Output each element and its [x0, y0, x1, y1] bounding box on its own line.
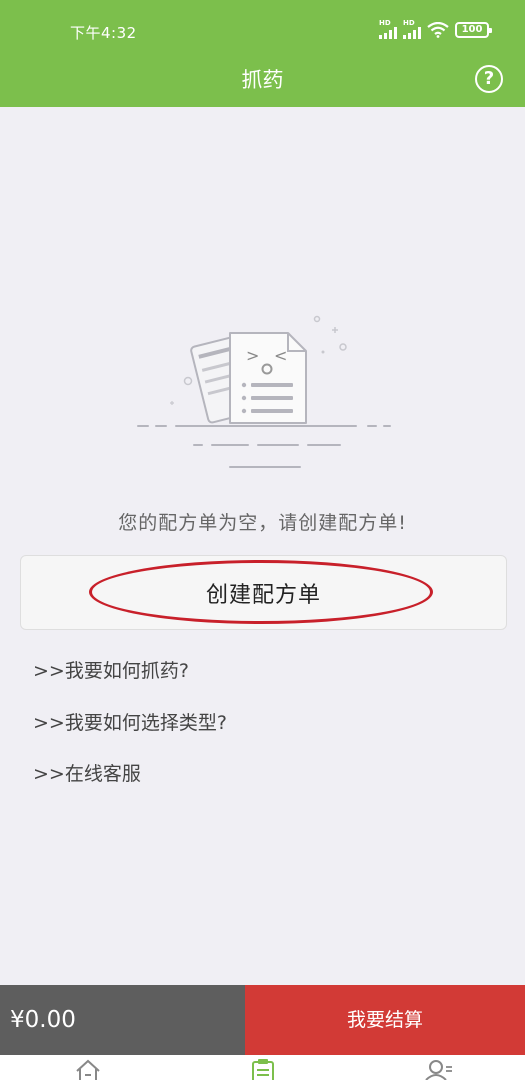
battery-icon: 100 [455, 21, 492, 38]
help-link-choose-type[interactable]: >>我要如何选择类型? [33, 708, 227, 735]
create-prescription-button[interactable]: 创建配方单 [20, 555, 507, 630]
empty-document-illustration: > < [137, 315, 391, 468]
empty-message: 您的配方单为空，请创建配方单! [118, 512, 407, 534]
wifi-icon [427, 21, 449, 38]
svg-text:<: < [274, 346, 287, 365]
page-title: 抓药 [241, 68, 284, 92]
checkout-bar: ¥0.00 我要结算 [0, 985, 525, 1055]
user-icon[interactable] [424, 1059, 454, 1080]
status-icons: HD HD 100 [379, 20, 492, 39]
help-link-online-service[interactable]: >>在线客服 [33, 759, 141, 786]
signal-hd-label: HD [379, 19, 391, 27]
tab-bar [0, 1055, 525, 1080]
question-circle-icon[interactable]: ? [475, 65, 503, 93]
status-time: 下午4:32 [70, 24, 137, 42]
signal-icon: HD [379, 20, 397, 39]
home-icon[interactable] [74, 1059, 102, 1080]
checkout-button[interactable]: 我要结算 [245, 985, 525, 1055]
app-header: 下午4:32 HD HD 100 抓药 ? [0, 0, 525, 107]
total-amount: ¥0.00 [0, 985, 245, 1055]
signal-icon: HD [403, 20, 421, 39]
clipboard-icon[interactable] [249, 1059, 277, 1080]
help-link-how-to-order[interactable]: >>我要如何抓药? [33, 656, 189, 683]
signal-hd-label: HD [403, 19, 415, 27]
svg-text:>: > [246, 346, 259, 365]
